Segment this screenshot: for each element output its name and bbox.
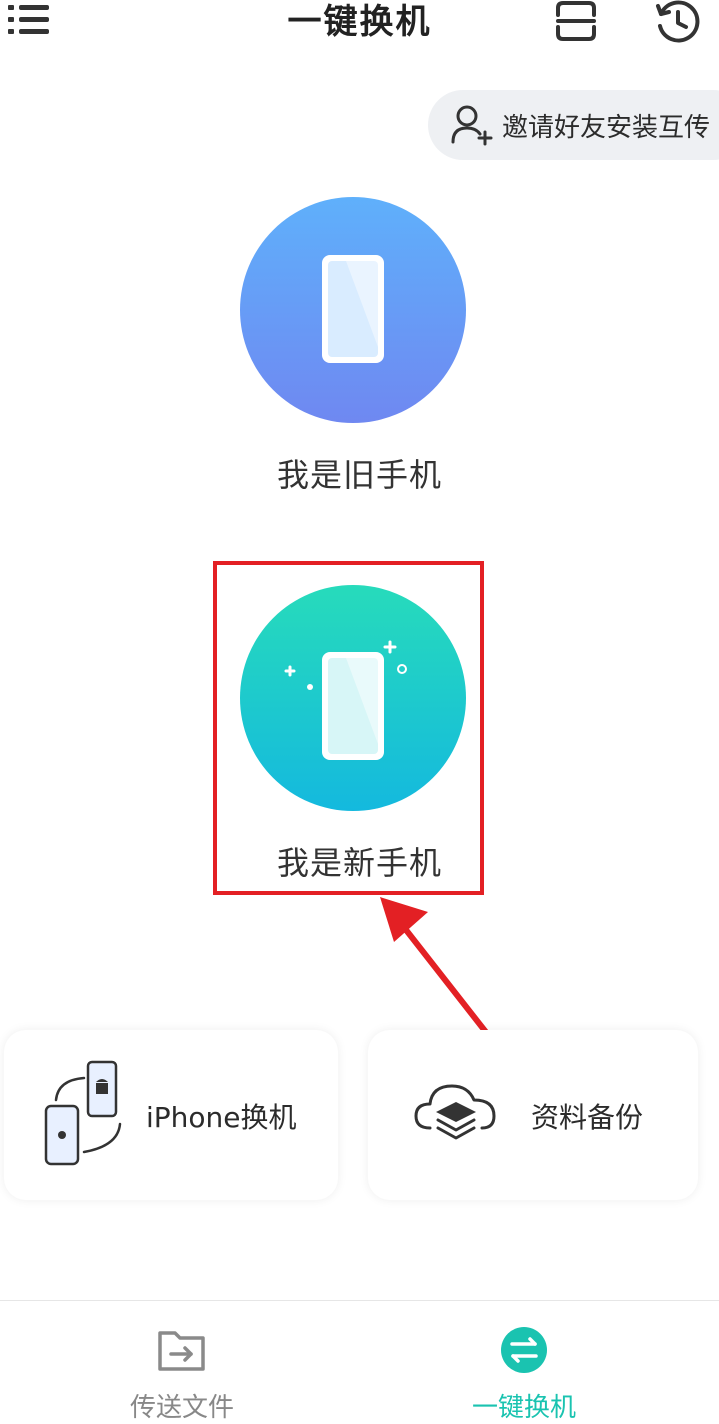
iphone-switch-label: iPhone换机 (146, 1101, 297, 1134)
swap-arrows-icon (499, 1327, 549, 1373)
tab-send-files[interactable]: 传送文件 (82, 1301, 282, 1423)
bottom-navigation: 传送文件 一键换机 (0, 1300, 719, 1423)
iphone-switch-card[interactable]: iPhone换机 (4, 1030, 338, 1200)
tab-send-files-label: 传送文件 (129, 1393, 234, 1423)
old-phone-label[interactable]: 我是旧手机 (0, 450, 719, 496)
history-clock-icon[interactable] (655, 0, 701, 44)
folder-transfer-icon (157, 1327, 207, 1373)
tab-one-click-switch-label: 一键换机 (471, 1393, 576, 1423)
iphone-android-transfer-icon (44, 1060, 124, 1170)
annotation-highlight-box (213, 561, 484, 895)
phone-icon (322, 255, 384, 363)
invite-label: 邀请好友安装互传 (502, 112, 711, 143)
data-backup-card[interactable]: 资料备份 (368, 1030, 698, 1200)
scan-icon[interactable] (555, 0, 597, 42)
tab-one-click-switch[interactable]: 一键换机 (424, 1301, 624, 1423)
cloud-layers-icon (414, 1080, 498, 1146)
old-phone-button[interactable] (240, 197, 466, 423)
top-bar: 一键换机 (0, 0, 719, 60)
add-user-icon (450, 104, 496, 146)
data-backup-label: 资料备份 (531, 1101, 644, 1134)
page-title: 一键换机 (287, 2, 432, 42)
annotation-arrow-icon (370, 892, 510, 1052)
invite-friends-button[interactable]: 邀请好友安装互传 (428, 90, 719, 160)
